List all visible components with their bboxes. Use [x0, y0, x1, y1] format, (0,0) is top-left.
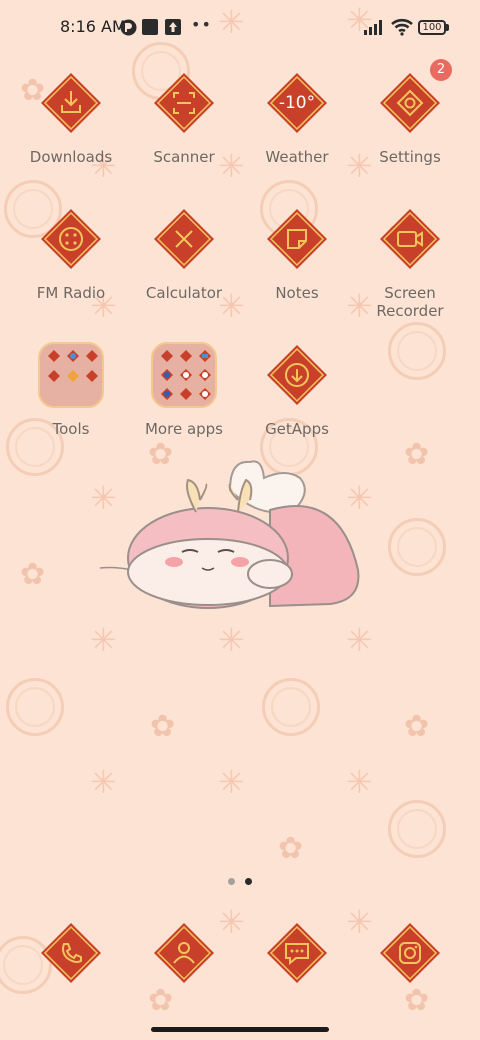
camera-icon — [380, 923, 440, 983]
contacts-icon — [154, 923, 214, 983]
wallpaper-ring — [388, 322, 446, 380]
mini-app-icon — [161, 350, 173, 362]
video-camera-icon — [380, 209, 440, 269]
mini-app-icon — [67, 350, 79, 362]
app-scanner[interactable]: Scanner — [128, 72, 240, 172]
wallpaper-ring — [6, 678, 64, 736]
status-app-icon — [120, 19, 137, 36]
weather-temperature: -10° — [278, 93, 316, 113]
mini-app-icon — [199, 388, 211, 400]
sparkle-icon: ✳ — [90, 621, 117, 659]
app-label: GetApps — [265, 420, 329, 438]
app-label: Tools — [52, 420, 90, 438]
battery-level: 100 — [422, 22, 442, 33]
app-downloads[interactable]: Downloads — [15, 72, 127, 172]
app-label: Downloads — [29, 148, 113, 166]
page-indicator[interactable] — [226, 878, 256, 888]
app-label: Settings — [379, 148, 441, 166]
download-icon — [41, 73, 101, 133]
radio-icon — [41, 209, 101, 269]
app-screen-recorder[interactable]: Screen Recorder — [354, 208, 466, 320]
dock-camera[interactable] — [354, 922, 466, 992]
mini-app-icon — [86, 370, 98, 382]
gear-icon — [380, 73, 440, 133]
messages-icon — [267, 923, 327, 983]
folder-icon — [151, 342, 217, 408]
mini-app-icon — [180, 388, 192, 400]
folder-tools[interactable]: Tools — [15, 342, 127, 444]
mini-app-icon — [199, 369, 211, 381]
page-dot[interactable] — [228, 878, 235, 885]
phone-icon — [41, 923, 101, 983]
app-label: FM Radio — [36, 284, 106, 302]
mini-app-icon — [161, 388, 173, 400]
mini-app-icon — [86, 350, 98, 362]
get-apps-icon — [267, 345, 327, 405]
more-notifications-icon: •• — [191, 15, 212, 34]
dragon-illustration — [99, 460, 360, 609]
wallpaper-ring — [262, 678, 320, 736]
mini-app-icon — [67, 370, 79, 382]
mini-app-icon — [48, 350, 60, 362]
home-indicator[interactable] — [151, 1027, 329, 1032]
mini-app-icon — [180, 369, 192, 381]
app-label: Scanner — [153, 148, 215, 166]
page-dot-current[interactable] — [245, 878, 252, 885]
note-icon — [267, 209, 327, 269]
sparkle-icon: ✳ — [90, 763, 117, 801]
flower-icon: ✿ — [404, 709, 430, 744]
flower-icon: ✿ — [278, 831, 304, 866]
status-square-icon — [142, 19, 158, 35]
app-weather[interactable]: -10° Weather — [241, 72, 353, 172]
app-notes[interactable]: Notes — [241, 208, 353, 318]
dock-messages[interactable] — [241, 922, 353, 992]
folder-more-apps[interactable]: More apps — [128, 342, 240, 444]
app-getapps[interactable]: GetApps — [241, 344, 353, 444]
mini-app-icon — [161, 369, 173, 381]
folder-icon — [38, 342, 104, 408]
battery-tip — [446, 24, 449, 31]
app-label: Notes — [275, 284, 319, 302]
flower-icon: ✿ — [150, 709, 176, 744]
app-label: Calculator — [145, 284, 223, 302]
calculator-icon — [154, 209, 214, 269]
wifi-icon — [391, 18, 413, 36]
dock-phone[interactable] — [15, 922, 127, 992]
wallpaper-ring — [388, 518, 446, 576]
wallpaper-ring — [388, 800, 446, 858]
app-label: Weather — [265, 148, 329, 166]
battery-icon: 100 — [418, 20, 446, 35]
mini-app-icon — [48, 370, 60, 382]
status-bar: 8:16 AM •• 100 — [0, 0, 480, 56]
mini-app-icon — [180, 350, 192, 362]
app-calculator[interactable]: Calculator — [128, 208, 240, 318]
notification-badge: 2 — [430, 59, 452, 81]
app-label: Screen Recorder — [376, 284, 444, 320]
signal-icon — [364, 20, 382, 35]
dock-contacts[interactable] — [128, 922, 240, 992]
sparkle-icon: ✳ — [346, 763, 373, 801]
app-fm-radio[interactable]: FM Radio — [15, 208, 127, 318]
status-time: 8:16 AM — [60, 17, 126, 36]
scan-icon — [154, 73, 214, 133]
app-settings[interactable]: Settings — [354, 72, 466, 172]
mini-app-icon — [199, 350, 211, 362]
sparkle-icon: ✳ — [218, 621, 245, 659]
sparkle-icon: ✳ — [346, 621, 373, 659]
app-label: More apps — [144, 420, 223, 438]
upload-icon — [165, 19, 181, 35]
flower-icon: ✿ — [404, 437, 430, 472]
sparkle-icon: ✳ — [218, 763, 245, 801]
flower-icon: ✿ — [20, 557, 46, 592]
